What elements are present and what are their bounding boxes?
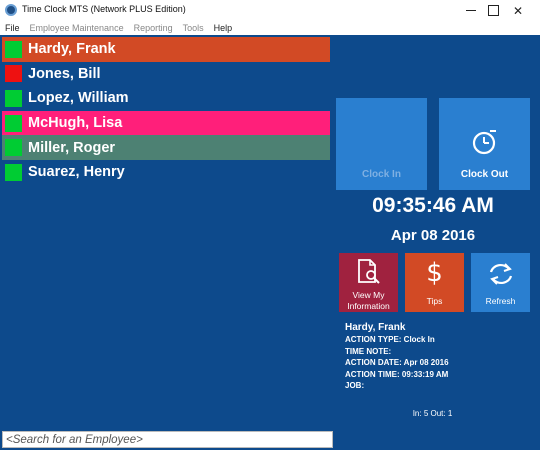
view-info-label-line1: View My xyxy=(352,290,385,300)
details-job: JOB: xyxy=(345,381,365,390)
app-icon xyxy=(5,4,17,16)
refresh-icon xyxy=(487,261,515,292)
status-indicator xyxy=(5,65,22,83)
details-action-date: ACTION DATE: Apr 08 2016 xyxy=(345,358,449,367)
employee-name: Jones, Bill xyxy=(28,65,101,82)
in-out-counts: In: 5 Out: 1 xyxy=(412,409,453,418)
close-button[interactable]: ✕ xyxy=(495,0,540,21)
details-action-time: ACTION TIME: 09:33:19 AM xyxy=(345,369,449,379)
clock-out-label: Clock Out xyxy=(460,169,509,180)
main-panel: Hardy, Frank Jones, Bill Lopez, William … xyxy=(0,35,540,450)
menu-reporting[interactable]: Reporting xyxy=(129,21,178,35)
clock-in-button[interactable]: Clock In xyxy=(336,98,427,190)
employee-row-jones-bill[interactable]: Jones, Bill xyxy=(2,62,330,87)
window-title: Time Clock MTS (Network PLUS Edition) xyxy=(22,4,186,14)
title-bar: Time Clock MTS (Network PLUS Edition) ✕ xyxy=(0,0,540,21)
tips-button[interactable]: $ Tips xyxy=(405,253,464,312)
view-info-label-line2: Information xyxy=(347,301,390,311)
dollar-icon: $ xyxy=(426,258,443,288)
employee-name: Lopez, William xyxy=(28,90,129,107)
employee-row-hardy-frank[interactable]: Hardy, Frank xyxy=(2,37,330,62)
refresh-label: Refresh xyxy=(485,296,516,306)
status-indicator xyxy=(5,163,22,181)
employee-row-lopez-william[interactable]: Lopez, William xyxy=(2,86,330,111)
employee-name: Miller, Roger xyxy=(28,139,116,156)
menu-employee-maintenance[interactable]: Employee Maintenance xyxy=(25,21,129,35)
status-indicator xyxy=(5,114,22,132)
status-indicator xyxy=(5,89,22,107)
employee-name: McHugh, Lisa xyxy=(28,115,123,132)
employee-name: Hardy, Frank xyxy=(28,41,116,58)
menu-bar: File Employee Maintenance Reporting Tool… xyxy=(0,21,540,35)
menu-file[interactable]: File xyxy=(0,21,25,35)
employee-row-mchugh-lisa[interactable]: McHugh, Lisa xyxy=(2,110,330,136)
employee-list: Hardy, Frank Jones, Bill Lopez, William … xyxy=(2,37,330,185)
employee-search-input[interactable] xyxy=(2,431,333,448)
stopwatch-icon xyxy=(471,128,499,161)
refresh-button[interactable]: Refresh xyxy=(471,253,530,312)
document-search-icon xyxy=(356,258,382,291)
status-indicator xyxy=(5,139,22,157)
status-indicator xyxy=(5,40,22,58)
employee-row-suarez-henry[interactable]: Suarez, Henry xyxy=(2,160,330,185)
menu-tools[interactable]: Tools xyxy=(178,21,209,35)
clock-in-label: Clock In xyxy=(362,169,401,180)
details-employee-name: Hardy, Frank xyxy=(345,322,406,333)
employee-row-miller-roger[interactable]: Miller, Roger xyxy=(2,135,330,160)
current-date: Apr 08 2016 xyxy=(390,227,476,244)
menu-help[interactable]: Help xyxy=(209,21,238,35)
details-action-type: ACTION TYPE: Clock In xyxy=(345,335,435,344)
employee-name: Suarez, Henry xyxy=(28,164,125,181)
clock-out-button[interactable]: Clock Out xyxy=(439,98,530,190)
last-action-details: Hardy, Frank ACTION TYPE: Clock In TIME … xyxy=(345,321,449,392)
details-time-note: TIME NOTE: xyxy=(345,346,392,356)
current-time: 09:35:46 AM xyxy=(372,194,494,217)
tips-label: Tips xyxy=(426,296,443,306)
view-my-information-button[interactable]: View My Information xyxy=(339,253,398,312)
